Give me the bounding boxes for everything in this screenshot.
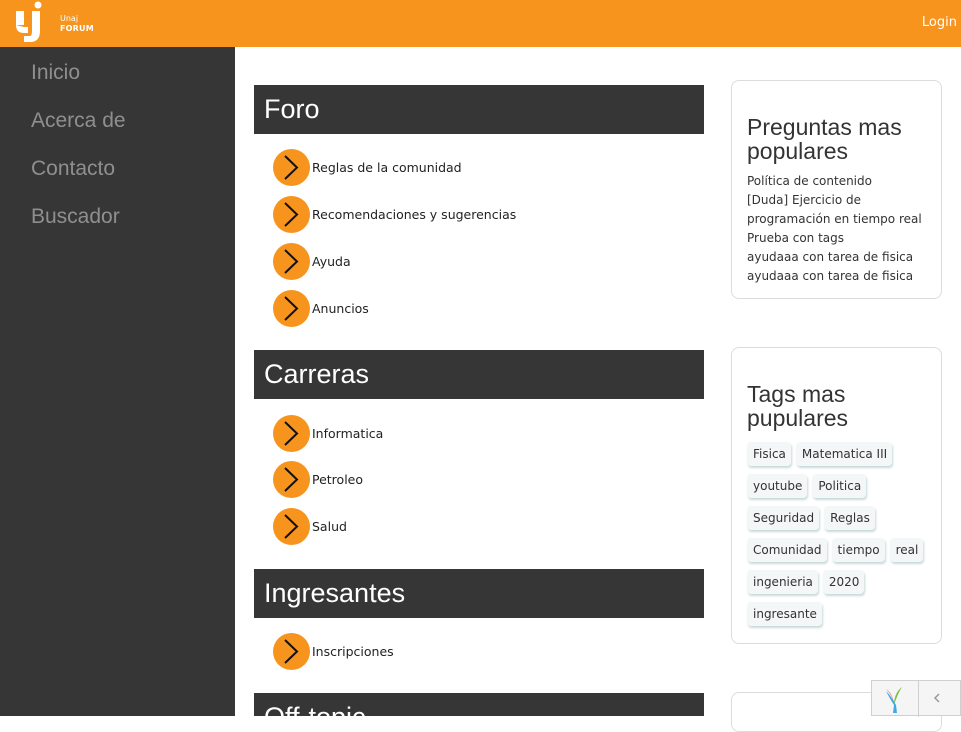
chevron-right-icon	[273, 507, 310, 545]
category-item[interactable]: Petroleo	[273, 460, 363, 498]
category-item[interactable]: Ayuda	[273, 242, 351, 280]
section-title-foro: Foro	[254, 85, 704, 134]
tag-chip[interactable]: Comunidad	[747, 538, 827, 562]
popular-question-link[interactable]: Prueba con tags	[747, 229, 927, 248]
tag-chip[interactable]: tiempo	[831, 538, 885, 562]
category-label: Anuncios	[312, 300, 369, 316]
tag-chip[interactable]: Seguridad	[747, 506, 820, 530]
tag-cloud: Fisica Matematica III youtube Politica S…	[747, 442, 932, 634]
yii-logo-icon[interactable]	[872, 681, 916, 715]
category-item[interactable]: Recomendaciones y sugerencias	[273, 195, 516, 233]
chevron-right-icon	[273, 460, 310, 498]
chevron-left-icon[interactable]	[918, 681, 961, 715]
sidebar-item-buscador[interactable]: Buscador	[31, 192, 235, 240]
category-item[interactable]: Reglas de la comunidad	[273, 148, 462, 186]
unaj-forum-logo[interactable]: Unaj FORUM	[14, 1, 94, 43]
login-link[interactable]: Login	[922, 15, 957, 30]
tag-chip[interactable]: youtube	[747, 474, 808, 498]
category-label: Salud	[312, 518, 347, 534]
popular-questions-title: Preguntas mas populares	[747, 114, 902, 164]
category-item[interactable]: Salud	[273, 507, 347, 545]
category-label: Inscripciones	[312, 643, 394, 659]
tag-chip[interactable]: Matematica III	[795, 442, 893, 466]
tag-chip[interactable]: real	[889, 538, 924, 562]
tag-chip[interactable]: Reglas	[824, 506, 875, 530]
chevron-right-icon	[273, 195, 310, 233]
tag-chip[interactable]: 2020	[822, 570, 865, 594]
popular-question-link[interactable]: ayudaaa con tarea de fisica	[747, 248, 927, 267]
logo-big-text: FORUM	[60, 24, 94, 33]
category-label: Informatica	[312, 425, 384, 441]
section-title-off-topic: Off-topic	[254, 693, 704, 716]
tag-chip[interactable]: Politica	[812, 474, 867, 498]
logo-small-text: Unaj	[60, 14, 79, 23]
debug-toolbar[interactable]	[871, 680, 961, 717]
category-label: Recomendaciones y sugerencias	[312, 206, 517, 222]
popular-questions-list: Política de contenido [Duda] Ejercicio d…	[747, 172, 927, 286]
tag-chip[interactable]: Fisica	[747, 442, 791, 466]
section-title-ingresantes: Ingresantes	[254, 569, 704, 618]
section-title-carreras: Carreras	[254, 350, 704, 399]
chevron-right-icon	[273, 148, 310, 186]
popular-tags-title: Tags mas pupulares	[747, 381, 849, 431]
category-label: Ayuda	[312, 253, 351, 269]
category-item[interactable]: Anuncios	[273, 289, 369, 327]
popular-questions-card: Preguntas mas populares Política de cont…	[731, 80, 942, 299]
logo-text: Unaj FORUM	[60, 14, 94, 34]
category-item[interactable]: Inscripciones	[273, 632, 394, 670]
sidebar-item-inicio[interactable]: Inicio	[31, 48, 235, 96]
chevron-right-icon	[273, 289, 310, 327]
tag-chip[interactable]: ingenieria	[747, 570, 818, 594]
category-label: Reglas de la comunidad	[312, 159, 462, 175]
tag-chip[interactable]: ingresante	[747, 602, 822, 626]
popular-question-link[interactable]: [Duda] Ejercicio de programación en tiem…	[747, 191, 927, 229]
chevron-right-icon	[273, 414, 310, 452]
chevron-right-icon	[273, 632, 310, 670]
popular-question-link[interactable]: ayudaaa con tarea de fisica	[747, 267, 927, 286]
sidebar: Inicio Acerca de Contacto Buscador	[0, 47, 235, 716]
popular-question-link[interactable]: Política de contenido	[747, 172, 927, 191]
chevron-right-icon	[273, 242, 310, 280]
sidebar-item-acerca-de[interactable]: Acerca de	[31, 96, 235, 144]
category-label: Petroleo	[312, 471, 364, 487]
popular-tags-card: Tags mas pupulares Fisica Matematica III…	[731, 347, 942, 644]
top-bar: Unaj FORUM Login	[0, 0, 961, 47]
logo-mark-icon	[16, 1, 42, 42]
category-item[interactable]: Informatica	[273, 414, 383, 452]
sidebar-item-contacto[interactable]: Contacto	[31, 144, 235, 192]
